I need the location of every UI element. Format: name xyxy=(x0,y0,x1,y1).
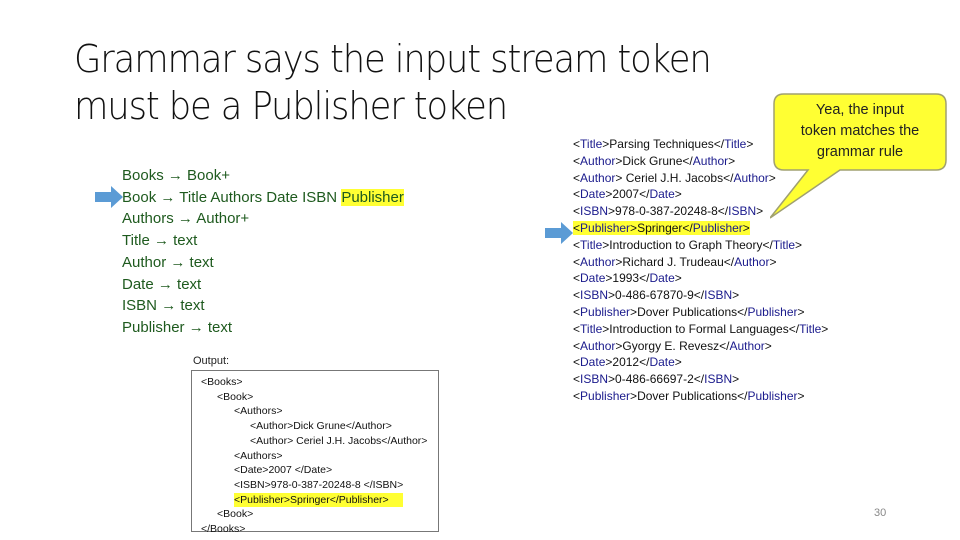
highlighted-output-publisher: <Publisher>Springer</Publisher> xyxy=(234,492,403,508)
element-text: Parsing Techniques xyxy=(609,137,714,151)
output-line: <Author>Dick Grune</Author> xyxy=(250,420,392,433)
element-text: Ceriel J.H. Jacobs xyxy=(622,170,724,185)
output-line: </Books> xyxy=(201,523,246,536)
callout-line: grammar rule xyxy=(816,144,904,160)
page-number: 30 xyxy=(874,507,887,519)
tag-name: Publisher xyxy=(580,304,631,319)
tag-name: Date xyxy=(649,355,675,370)
element-text: Dick Grune xyxy=(622,153,683,168)
right-arrow-icon xyxy=(545,222,573,244)
highlighted-publisher-token: Publisher xyxy=(341,188,404,206)
element-text: 0-486-67870-9 xyxy=(615,288,694,303)
tag-name: ISBN xyxy=(704,288,733,303)
grammar-rule: Publisher → text xyxy=(122,318,233,336)
callout-line: token matches the xyxy=(800,123,920,139)
tag-name: Publisher xyxy=(747,304,798,319)
input-line: <Date>2012</Date> xyxy=(573,355,682,370)
element-text: 978-0-387-20248-8 xyxy=(615,204,718,219)
output-line: <Authors> xyxy=(234,405,283,418)
output-line: <Book> xyxy=(217,508,254,521)
title-line-2: must be a Publisher token xyxy=(74,84,508,128)
input-line: <Date>1993</Date> xyxy=(573,271,682,286)
tag-name: Title xyxy=(724,137,747,151)
grammar-rule: Author → text xyxy=(122,253,214,271)
element-text: Dover Publications xyxy=(637,304,738,319)
input-line: <Publisher>Dover Publications</Publisher… xyxy=(573,388,805,403)
tag-name: Publisher xyxy=(747,388,798,403)
tag-name: Author xyxy=(580,170,616,185)
tag-name: ISBN xyxy=(580,288,609,303)
callout-line: Yea, the input xyxy=(815,102,905,118)
element-text: Dover Publications xyxy=(637,388,738,403)
tag-name: Author xyxy=(580,338,616,353)
output-label: Output: xyxy=(193,355,230,367)
input-line: <Publisher>Dover Publications</Publisher… xyxy=(573,304,805,319)
tag-name: Title xyxy=(580,137,603,151)
element-text: Introduction to Formal Languages xyxy=(609,321,789,336)
input-line: <ISBN>0-486-67870-9</ISBN> xyxy=(573,288,740,303)
tag-name: Author xyxy=(692,153,729,168)
tag-name: Date xyxy=(580,271,606,286)
tag-name: ISBN xyxy=(704,372,733,387)
tag-name: Title xyxy=(580,321,603,336)
tag-name: Date xyxy=(580,187,606,202)
output-line: <ISBN>978-0-387-20248-8 </ISBN> xyxy=(234,478,404,491)
tag-name: Title xyxy=(799,321,822,336)
element-text: 2007 xyxy=(612,187,640,202)
grammar-rule: Date → text xyxy=(122,275,202,293)
output-line: <Author> Ceriel J.H. Jacobs</Author> xyxy=(250,434,428,447)
grammar-rule: Authors → Author+ xyxy=(122,210,250,228)
element-text: Introduction to Graph Theory xyxy=(609,237,763,252)
tag-name: ISBN xyxy=(580,372,609,387)
tag-name: Author xyxy=(734,254,770,269)
tag-name: Date xyxy=(580,355,606,370)
element-text: Gyorgy E. Revesz xyxy=(622,338,720,353)
element-text: 0-486-66697-2 xyxy=(615,372,694,387)
output-line: <Authors> xyxy=(234,449,283,462)
tag-name: ISBN xyxy=(580,204,609,219)
input-line: <Author>Gyorgy E. Revesz</Author> xyxy=(573,338,772,353)
tag-name: Date xyxy=(649,271,675,286)
grammar-rule-book: Book → Title Authors Date ISBN Publisher xyxy=(122,188,404,206)
element-text: Springer xyxy=(637,220,683,235)
callout-text: Yea, the input token matches the grammar… xyxy=(785,100,935,163)
tag-name: Author xyxy=(729,338,765,353)
grammar-rule: Books → Book+ xyxy=(122,167,230,184)
input-line: <Title>Introduction to Formal Languages<… xyxy=(573,321,829,336)
tag-name: Author xyxy=(580,254,616,269)
tag-name: Date xyxy=(649,187,675,202)
grammar-rule: ISBN → text xyxy=(122,297,205,315)
tag-name: Title xyxy=(580,237,603,252)
tag-name: Publisher xyxy=(580,220,631,235)
tag-name: Author xyxy=(580,153,616,168)
grammar-rule: Title → text xyxy=(122,232,198,250)
element-text: 1993 xyxy=(612,271,640,286)
right-arrow-icon xyxy=(95,186,123,208)
title-line-1: Grammar says the input stream token xyxy=(74,37,712,81)
slide-title: Grammar says the input stream token must… xyxy=(74,36,759,130)
input-line: <ISBN>0-486-66697-2</ISBN> xyxy=(573,372,740,387)
grammar-rules: Books → Book+ Book → Title Authors Date … xyxy=(122,165,404,339)
input-line: <Author>Richard J. Trudeau</Author> xyxy=(573,254,777,269)
element-text: Richard J. Trudeau xyxy=(622,254,724,269)
tag-name: Publisher xyxy=(692,220,743,235)
output-line: <Books> xyxy=(201,376,243,388)
output-line: <Date>2007 </Date> xyxy=(234,464,333,477)
element-text: 2012 xyxy=(612,355,640,370)
highlighted-input-token: <Publisher>Springer</Publisher> xyxy=(573,220,750,235)
output-line-publisher: <Publisher>Springer</Publisher> xyxy=(201,492,438,508)
output-line: <Book> xyxy=(217,390,254,403)
output-box: <Books> <Book> <Authors> <Author>Dick Gr… xyxy=(191,370,439,535)
tag-name: Author xyxy=(733,170,769,185)
tag-name: ISBN xyxy=(728,204,757,219)
tag-name: Publisher xyxy=(580,388,631,403)
